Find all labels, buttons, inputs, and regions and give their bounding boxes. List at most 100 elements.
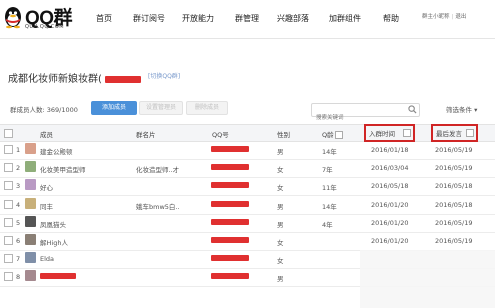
user-area: 群主小昵称 | 退出 (422, 14, 467, 20)
member-avatar[interactable] (25, 215, 36, 227)
row-checkbox[interactable] (4, 217, 13, 227)
row-checkbox[interactable] (4, 199, 13, 209)
row-number: 4 (16, 200, 21, 209)
member-last-speak: 2016/05/19 (435, 146, 473, 154)
member-join-time: 2016/01/20 (371, 237, 409, 245)
member-name[interactable]: 凤凰猫头 (40, 219, 66, 229)
member-avatar[interactable] (25, 161, 36, 173)
search-input[interactable] (312, 112, 406, 124)
nav-group-subscription[interactable]: 群订阅号 (133, 13, 165, 24)
table-row[interactable]: 2 化妆美甲造型师 化妆造型师..才 女 7年 2016/03/04 2016/05/19 (0, 159, 495, 179)
member-name[interactable]: 解High人 (40, 237, 68, 247)
row-number: 8 (16, 273, 21, 282)
member-join-time: 2016/05/18 (371, 182, 409, 191)
user-name[interactable]: 群主小昵称 (422, 14, 450, 20)
nav-help[interactable]: 帮助 (383, 13, 399, 24)
sort-join-time-icon[interactable] (403, 129, 411, 137)
delete-member-button[interactable]: 删除成员 (186, 101, 228, 115)
member-join-time: 2016/01/18 (371, 146, 409, 154)
sort-qq-age-icon[interactable] (334, 131, 343, 139)
join-time-highlight[interactable]: 入群时间 (364, 124, 415, 142)
nav-add-group-widget[interactable]: 加群组件 (329, 13, 361, 24)
search-box (311, 103, 420, 124)
member-qq-age: 11年 (322, 184, 337, 193)
member-gender: 男 (277, 148, 284, 156)
member-card: 化妆造型师..才 (136, 166, 180, 175)
member-card: 娥车bmw5白.. (136, 202, 180, 211)
table-row[interactable]: 4 同丰 娥车bmw5白.. 男 14年 2016/01/20 2016/05/18 (0, 196, 495, 215)
row-checkbox[interactable] (4, 145, 13, 154)
switch-group-link[interactable]: [切换QQ群] (148, 71, 180, 80)
last-speak-highlight[interactable]: 最后发言 (431, 124, 478, 142)
row-number: 1 (16, 146, 21, 154)
member-gender: 女 (277, 257, 284, 266)
member-avatar[interactable] (25, 179, 36, 191)
col-gender: 性别 (277, 131, 290, 139)
set-admin-button[interactable]: 设置管理员 (139, 101, 183, 115)
table-row[interactable]: 6 解High人 女 2016/01/20 2016/05/19 (0, 232, 495, 251)
row-checkbox[interactable] (4, 272, 13, 282)
add-member-button[interactable]: 添加成员 (91, 101, 137, 115)
row-number: 5 (16, 218, 21, 227)
member-last-speak: 2016/05/19 (435, 237, 473, 245)
logo-subtitle: QUN.QQ.COM (25, 24, 65, 30)
col-qq-number: QQ号 (212, 131, 229, 139)
member-gender: 男 (277, 275, 284, 284)
row-number: 6 (16, 237, 21, 245)
member-name[interactable]: 同丰 (40, 201, 53, 211)
search-icon[interactable] (408, 105, 417, 114)
member-avatar[interactable] (25, 270, 36, 282)
member-name[interactable]: Elda (40, 255, 54, 263)
row-checkbox[interactable] (4, 163, 13, 173)
member-name[interactable]: 建金公殿顿 (40, 146, 73, 156)
select-all-checkbox[interactable] (4, 129, 13, 138)
filter-dropdown[interactable]: 筛选条件 ▾ (446, 104, 477, 114)
row-number: 7 (16, 255, 21, 264)
member-qq-age: 14年 (322, 148, 337, 156)
member-qq-age: 14年 (322, 202, 337, 211)
row-checkbox[interactable] (4, 181, 13, 191)
redacted-qq-number (211, 182, 249, 189)
member-avatar[interactable] (25, 143, 36, 154)
nav-home[interactable]: 首页 (96, 13, 112, 24)
row-number: 3 (16, 182, 21, 191)
nav-interest-tribe[interactable]: 兴趣部落 (277, 13, 309, 24)
table-row[interactable]: 3 好心 女 11年 2016/05/18 2016/05/18 (0, 177, 495, 197)
col-join-time: 入群时间 (369, 130, 395, 138)
member-qq-age: 7年 (322, 166, 333, 175)
col-group-card: 群名片 (136, 131, 156, 139)
redacted-member-name (40, 273, 76, 280)
member-last-speak: 2016/05/19 (435, 218, 473, 227)
member-avatar[interactable] (25, 234, 36, 245)
nav-open-capability[interactable]: 开放能力 (182, 13, 214, 24)
group-name: 成都化妆师新娘妆群( (8, 74, 102, 85)
member-name[interactable]: 化妆美甲造型师 (40, 164, 86, 174)
logout-link[interactable]: 退出 (455, 14, 466, 20)
member-avatar[interactable] (25, 252, 36, 264)
table-header: 成员 群名片 QQ号 性别 Q龄 (0, 124, 495, 142)
row-number: 2 (16, 164, 21, 173)
redacted-qq-number (211, 273, 249, 280)
member-count: 群成员人数: 369/1000 (10, 106, 78, 114)
redacted-qq-number (211, 200, 249, 207)
row-checkbox[interactable] (4, 236, 13, 245)
table-row[interactable]: 5 凤凰猫头 男 4年 2016/01/20 2016/05/19 (0, 214, 495, 233)
row-checkbox[interactable] (4, 254, 13, 264)
member-name[interactable]: 好心 (40, 182, 53, 192)
redacted-qq-number (211, 218, 249, 225)
nav-group-management[interactable]: 群管理 (235, 13, 259, 24)
member-last-speak: 2016/05/19 (435, 164, 473, 173)
redacted-qq-number (211, 164, 249, 171)
col-qq-age[interactable]: Q龄 (322, 129, 343, 139)
member-avatar[interactable] (25, 197, 36, 209)
col-last-speak: 最后发言 (436, 130, 462, 138)
group-title: 成都化妆师新娘妆群( (8, 70, 142, 85)
member-join-time: 2016/01/20 (371, 200, 409, 209)
qq-penguin-icon (5, 7, 21, 29)
member-gender: 女 (277, 184, 284, 193)
member-gender: 男 (277, 202, 284, 211)
sort-last-speak-icon[interactable] (466, 129, 474, 137)
redacted-qq-number (211, 146, 249, 152)
table-row[interactable]: 1 建金公殿顿 男 14年 2016/01/18 2016/05/19 (0, 141, 495, 160)
member-qq-age: 4年 (322, 220, 333, 229)
